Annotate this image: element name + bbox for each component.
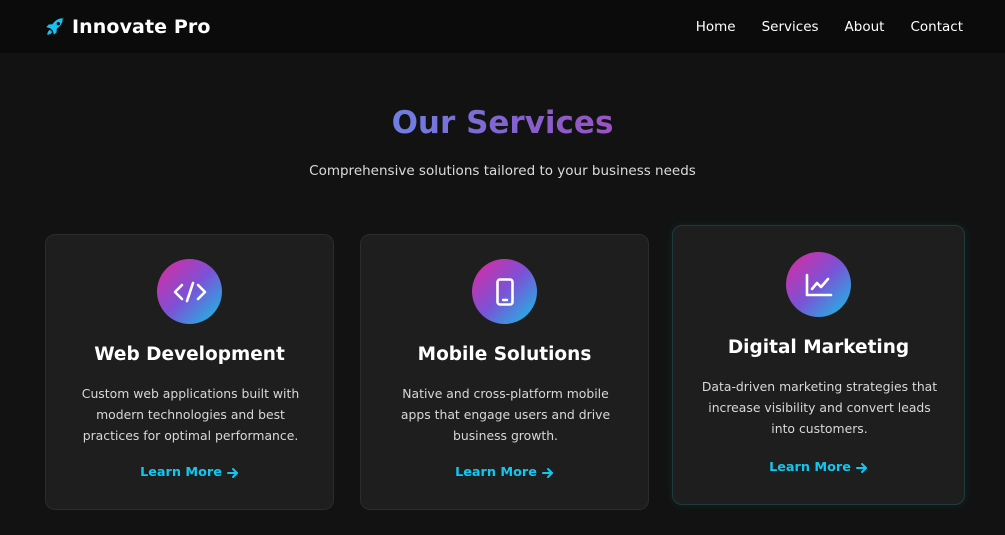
card-description: Custom web applications built with moder… (81, 386, 300, 443)
code-icon (157, 259, 222, 324)
card-title: Mobile Solutions (417, 344, 592, 365)
learn-more-label: Learn More (769, 460, 851, 475)
mobile-icon (472, 259, 537, 324)
nav-link-services[interactable]: Services (762, 19, 819, 35)
learn-more-link-web-development[interactable]: Learn More (46, 465, 333, 480)
learn-more-link-digital-marketing[interactable]: Learn More (673, 460, 964, 475)
site-header: Innovate Pro Home Services About Contact (0, 0, 1005, 53)
arrow-right-icon (226, 467, 239, 479)
brand-logo-link[interactable]: Innovate Pro (44, 16, 211, 38)
rocket-icon (44, 16, 66, 38)
arrow-right-icon (855, 462, 868, 474)
chart-line-icon (786, 252, 851, 317)
learn-more-label: Learn More (140, 465, 222, 480)
main-nav: Home Services About Contact (696, 19, 963, 35)
section-title: Our Services (391, 105, 614, 141)
nav-link-contact[interactable]: Contact (910, 19, 963, 35)
service-card-digital-marketing: Digital Marketing Data-driven marketing … (672, 225, 965, 505)
brand-name: Innovate Pro (72, 15, 211, 38)
card-description: Data-driven marketing strategies that in… (701, 379, 938, 436)
nav-link-about[interactable]: About (845, 19, 885, 35)
learn-more-link-mobile-solutions[interactable]: Learn More (361, 465, 648, 480)
nav-link-home[interactable]: Home (696, 19, 736, 35)
card-title: Web Development (94, 344, 285, 365)
service-card-mobile-solutions: Mobile Solutions Native and cross-platfo… (360, 234, 649, 510)
card-title: Digital Marketing (727, 337, 910, 358)
card-description: Native and cross-platform mobile apps th… (400, 386, 611, 443)
arrow-right-icon (541, 467, 554, 479)
learn-more-label: Learn More (455, 465, 537, 480)
service-card-web-development: Web Development Custom web applications … (45, 234, 334, 510)
section-subtitle: Comprehensive solutions tailored to your… (309, 163, 696, 179)
